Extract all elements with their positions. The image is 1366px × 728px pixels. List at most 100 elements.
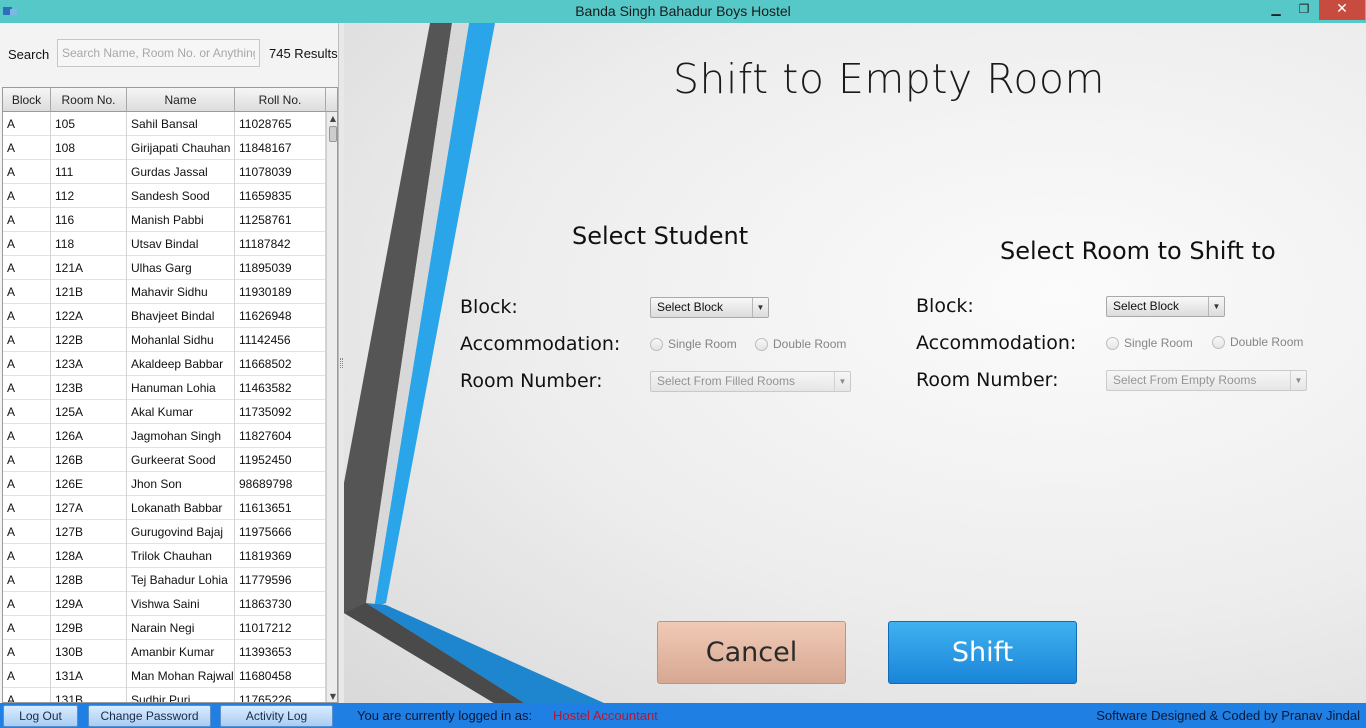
cell-block: A — [3, 592, 51, 616]
cell-block: A — [3, 304, 51, 328]
double-room-label: Double Room — [1230, 335, 1304, 349]
cell-name: Sahil Bansal — [127, 112, 235, 136]
cell-roll: 11680458 — [235, 664, 326, 688]
cell-block: A — [3, 112, 51, 136]
cell-name: Jhon Son — [127, 472, 235, 496]
cell-room: 108 — [51, 136, 127, 160]
cell-roll: 11613651 — [235, 496, 326, 520]
scroll-down-icon[interactable]: ▼ — [327, 690, 337, 702]
table-row[interactable]: A 128B Tej Bahadur Lohia 11779596 — [3, 568, 326, 592]
table-row[interactable]: A 122A Bhavjeet Bindal 11626948 — [3, 304, 326, 328]
table-row[interactable]: A 111 Gurdas Jassal 11078039 — [3, 160, 326, 184]
cell-room: 125A — [51, 400, 127, 424]
table-row[interactable]: A 108 Girijapati Chauhan 11848167 — [3, 136, 326, 160]
cell-block: A — [3, 616, 51, 640]
target-block-select[interactable]: Select Block ▼ — [1106, 296, 1225, 317]
table-row[interactable]: A 129A Vishwa Saini 11863730 — [3, 592, 326, 616]
cell-block: A — [3, 664, 51, 688]
cell-roll: 11187842 — [235, 232, 326, 256]
cell-room: 105 — [51, 112, 127, 136]
table-row[interactable]: A 121A Ulhas Garg 11895039 — [3, 256, 326, 280]
cell-roll: 11668502 — [235, 352, 326, 376]
table-row[interactable]: A 126A Jagmohan Singh 11827604 — [3, 424, 326, 448]
cell-roll: 11952450 — [235, 448, 326, 472]
student-single-room-radio[interactable]: Single Room — [650, 337, 737, 351]
student-room-select[interactable]: Select From Filled Rooms ▼ — [650, 371, 851, 392]
maximize-button[interactable]: ❐ — [1290, 0, 1318, 20]
table-header: Block Room No. Name Roll No. — [3, 88, 337, 112]
cell-name: Tej Bahadur Lohia — [127, 568, 235, 592]
table-row[interactable]: A 112 Sandesh Sood 11659835 — [3, 184, 326, 208]
column-header-name[interactable]: Name — [127, 88, 235, 112]
cell-block: A — [3, 640, 51, 664]
logout-button[interactable]: Log Out — [3, 705, 78, 727]
cell-block: A — [3, 352, 51, 376]
table-row[interactable]: A 126B Gurkeerat Sood 11952450 — [3, 448, 326, 472]
cell-roll: 11142456 — [235, 328, 326, 352]
table-row[interactable]: A 130B Amanbir Kumar 11393653 — [3, 640, 326, 664]
target-double-room-radio[interactable]: Double Room — [1212, 335, 1303, 349]
grip-icon — [340, 358, 343, 368]
cell-roll: 11779596 — [235, 568, 326, 592]
cell-name: Man Mohan Rajwal — [127, 664, 235, 688]
cell-name: Bhavjeet Bindal — [127, 304, 235, 328]
chevron-down-icon: ▼ — [834, 372, 850, 391]
column-header-room[interactable]: Room No. — [51, 88, 127, 112]
radio-icon — [650, 338, 663, 351]
cell-name: Utsav Bindal — [127, 232, 235, 256]
column-header-block[interactable]: Block — [3, 88, 51, 112]
cell-room: 126B — [51, 448, 127, 472]
table-row[interactable]: A 105 Sahil Bansal 11028765 — [3, 112, 326, 136]
cell-name: Trilok Chauhan — [127, 544, 235, 568]
student-block-select[interactable]: Select Block ▼ — [650, 297, 769, 318]
cell-room: 130B — [51, 640, 127, 664]
table-row[interactable]: A 118 Utsav Bindal 11187842 — [3, 232, 326, 256]
student-room-select-value: Select From Filled Rooms — [657, 374, 796, 388]
close-button[interactable]: ✕ — [1319, 0, 1365, 20]
cancel-button[interactable]: Cancel — [657, 621, 846, 684]
results-count: 745 Results — [269, 46, 338, 61]
cell-roll: 11930189 — [235, 280, 326, 304]
table-row[interactable]: A 122B Mohanlal Sidhu 11142456 — [3, 328, 326, 352]
shift-button[interactable]: Shift — [888, 621, 1077, 684]
target-room-select[interactable]: Select From Empty Rooms ▼ — [1106, 370, 1307, 391]
table-row[interactable]: A 128A Trilok Chauhan 11819369 — [3, 544, 326, 568]
target-accommodation-label: Accommodation: — [916, 332, 1077, 354]
minimize-button[interactable]: ▁ — [1262, 0, 1290, 20]
title-bar[interactable]: Banda Singh Bahadur Boys Hostel ▁ ❐ ✕ — [0, 0, 1366, 23]
search-label: Search — [8, 47, 50, 62]
target-room-number-label: Room Number: — [916, 369, 1059, 391]
student-double-room-radio[interactable]: Double Room — [755, 337, 846, 351]
cell-block: A — [3, 160, 51, 184]
cell-roll: 11735092 — [235, 400, 326, 424]
cell-name: Jagmohan Singh — [127, 424, 235, 448]
table-row[interactable]: A 127A Lokanath Babbar 11613651 — [3, 496, 326, 520]
table-row[interactable]: A 127B Gurugovind Bajaj 11975666 — [3, 520, 326, 544]
table-row[interactable]: A 116 Manish Pabbi 11258761 — [3, 208, 326, 232]
table-row[interactable]: A 121B Mahavir Sidhu 11930189 — [3, 280, 326, 304]
cell-name: Gurkeerat Sood — [127, 448, 235, 472]
table-row[interactable]: A 131A Man Mohan Rajwal 11680458 — [3, 664, 326, 688]
activity-log-button[interactable]: Activity Log — [220, 705, 333, 727]
table-body: A 105 Sahil Bansal 11028765 A 108 Girijapati C… — [3, 112, 326, 702]
table-row[interactable]: A 129B Narain Negi 11017212 — [3, 616, 326, 640]
table-row[interactable]: A 125A Akal Kumar 11735092 — [3, 400, 326, 424]
table-scrollbar[interactable]: ▲ ▼ — [326, 112, 337, 702]
table-row[interactable]: A 126E Jhon Son 98689798 — [3, 472, 326, 496]
table-row[interactable]: A 123B Hanuman Lohia 11463582 — [3, 376, 326, 400]
scroll-up-icon[interactable]: ▲ — [327, 112, 337, 126]
target-single-room-radio[interactable]: Single Room — [1106, 336, 1193, 350]
cell-room: 128A — [51, 544, 127, 568]
search-input[interactable] — [57, 39, 260, 67]
column-header-roll[interactable]: Roll No. — [235, 88, 326, 112]
table-row[interactable]: A 131B Sudhir Puri 11765226 — [3, 688, 326, 702]
scroll-thumb[interactable] — [329, 126, 337, 142]
logged-in-text: You are currently logged in as: — [357, 708, 533, 723]
table-row[interactable]: A 123A Akaldeep Babbar 11668502 — [3, 352, 326, 376]
cell-block: A — [3, 496, 51, 520]
user-role: Hostel Accountant — [553, 708, 658, 723]
student-room-number-label: Room Number: — [460, 370, 603, 392]
cell-block: A — [3, 256, 51, 280]
cell-block: A — [3, 400, 51, 424]
change-password-button[interactable]: Change Password — [88, 705, 211, 727]
